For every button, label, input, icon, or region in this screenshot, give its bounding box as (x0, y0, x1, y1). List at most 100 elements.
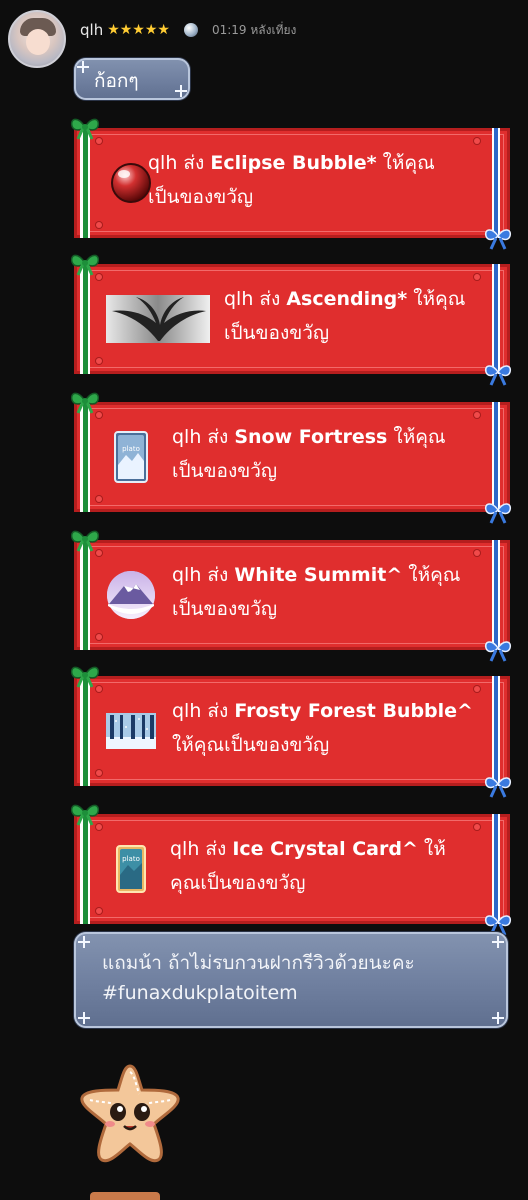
svg-text:plato: plato (122, 855, 140, 863)
gift-recipient: ให้คุณ (407, 288, 466, 310)
gift-card[interactable]: plato qlh ส่ง Ice Crystal Card^ ให้คุณเป็… (70, 804, 512, 936)
gift-sender: qlh ส่ง (224, 288, 287, 310)
green-ribbon (80, 402, 90, 512)
blue-bow-icon (484, 229, 512, 250)
green-ribbon (80, 128, 90, 238)
gift-item-name[interactable]: Eclipse Bubble* (210, 152, 376, 174)
green-bow-icon (70, 804, 100, 826)
gift-item-name[interactable]: Snow Fortress (234, 426, 387, 448)
gift-card-line1: qlh ส่ง Ice Crystal Card^ ให้ (170, 832, 480, 866)
blue-ribbon (492, 128, 500, 238)
rating-stars-icon: ★★★★★ (107, 22, 170, 38)
gift-item-name[interactable]: Ascending* (286, 288, 407, 310)
decor-dot (96, 496, 102, 502)
green-ribbon (80, 540, 90, 650)
green-ribbon (80, 814, 90, 924)
gift-card-line2: คุณเป็นของขวัญ (170, 872, 306, 894)
message-text: แถมน้า ถ้าไม่รบกวนฝากรีวิวด้วยนะคะ #funa… (102, 948, 488, 1008)
blue-ribbon (492, 676, 500, 786)
blue-ribbon (492, 540, 500, 650)
message-text-line: แถมน้า ถ้าไม่รบกวนฝากรีวิวด้วยนะคะ (102, 952, 415, 974)
decor-dot (474, 274, 480, 280)
frost-corner-icon (78, 936, 90, 948)
decor-dot (96, 824, 102, 830)
gift-card-line1: qlh ส่ง White Summit^ ให้คุณ (172, 558, 480, 592)
green-ribbon (80, 264, 90, 374)
message-hashtag[interactable]: #funaxdukplatoitem (102, 978, 488, 1008)
gift-sender: qlh ส่ง (170, 838, 233, 860)
green-bow-icon (70, 118, 100, 140)
frost-corner-icon (492, 936, 504, 948)
decor-dot (96, 412, 102, 418)
decor-dot (96, 138, 102, 144)
ascending-wings-image[interactable] (106, 290, 210, 348)
gift-card-text: qlh ส่ง White Summit^ ให้คุณเป็นของขวัญ (172, 558, 480, 626)
decor-dot (96, 358, 102, 364)
green-bow-icon (70, 392, 100, 414)
decor-dot (474, 824, 480, 830)
gift-card-line2: ให้คุณเป็นของขวัญ (172, 734, 330, 756)
gift-card-text: qlh ส่ง Ascending* ให้คุณเป็นของขวัญ (224, 282, 480, 350)
gift-item-name[interactable]: Ice Crystal Card^ (232, 838, 418, 860)
gift-recipient: ให้คุณ (376, 152, 435, 174)
blue-bow-icon (484, 503, 512, 524)
gift-card-line2: เป็นของขวัญ (172, 598, 278, 620)
gift-sender: qlh ส่ง (172, 564, 235, 586)
decor-dot (96, 770, 102, 776)
white-summit-mountain-icon[interactable] (106, 566, 156, 624)
gift-sender: qlh ส่ง (172, 426, 235, 448)
gingerbread-star-sticker-icon[interactable] (74, 1060, 186, 1168)
svg-text:plato: plato (122, 445, 140, 453)
frost-corner-icon (78, 1012, 90, 1024)
blue-bow-icon (484, 777, 512, 798)
message-time: 01:19 หลังเที่ยง (211, 22, 297, 37)
blue-ribbon (492, 814, 500, 924)
snow-fortress-card-icon[interactable]: plato (106, 428, 156, 486)
decor-dot (96, 550, 102, 556)
frost-corner-icon (492, 1012, 504, 1024)
gift-card-text: qlh ส่ง Snow Fortress ให้คุณเป็นของขวัญ (172, 420, 480, 488)
green-bow-icon (70, 530, 100, 552)
gift-sender: qlh ส่ง (148, 152, 211, 174)
gift-card-text: qlh ส่ง Ice Crystal Card^ ให้คุณเป็นของข… (170, 832, 480, 900)
gift-card-line2: เป็นของขวัญ (172, 460, 278, 482)
gift-card-line1: qlh ส่ง Snow Fortress ให้คุณ (172, 420, 480, 454)
gift-card-text: qlh ส่ง Eclipse Bubble* ให้คุณเป็นของขวั… (148, 146, 480, 214)
gift-card-line2: เป็นของขวัญ (224, 322, 330, 344)
gift-recipient: ให้คุณ (402, 564, 461, 586)
gift-recipient: ให้คุณ (387, 426, 446, 448)
decor-dot (474, 550, 480, 556)
gift-card-line1: qlh ส่ง Frosty Forest Bubble^ (172, 694, 480, 728)
gift-card-line2: เป็นของขวัญ (148, 186, 254, 208)
gift-card-text: qlh ส่ง Frosty Forest Bubble^ ให้คุณเป็นข… (172, 694, 480, 762)
message-bubble[interactable]: แถมน้า ถ้าไม่รบกวนฝากรีวิวด้วยนะคะ #funa… (74, 932, 508, 1028)
avatar-face (26, 29, 50, 55)
frosty-forest-image[interactable] (106, 702, 156, 760)
gift-card-line1: qlh ส่ง Ascending* ให้คุณ (224, 282, 480, 316)
blue-bow-icon (484, 641, 512, 662)
decor-dot (474, 138, 480, 144)
decor-dot (96, 686, 102, 692)
bubble-status-icon (183, 23, 198, 37)
gift-item-name[interactable]: White Summit^ (234, 564, 402, 586)
gift-card[interactable]: qlh ส่ง Eclipse Bubble* ให้คุณเป็นของขวั… (70, 118, 512, 250)
green-ribbon (80, 676, 90, 786)
message-header: qlh ★★★★★ 01:19 หลังเที่ยง (80, 18, 296, 42)
message-text: ก้อกๆ (94, 70, 139, 92)
green-bow-icon (70, 666, 100, 688)
user-avatar[interactable] (8, 10, 66, 68)
gift-item-name[interactable]: Frosty Forest Bubble^ (234, 700, 473, 722)
username[interactable]: qlh (80, 21, 103, 39)
gift-card[interactable]: qlh ส่ง Frosty Forest Bubble^ ให้คุณเป็นข… (70, 666, 512, 798)
decor-dot (474, 686, 480, 692)
gift-card[interactable]: qlh ส่ง White Summit^ ให้คุณเป็นของขวัญ (70, 530, 512, 662)
gift-card[interactable]: qlh ส่ง Ascending* ให้คุณเป็นของขวัญ (70, 254, 512, 386)
frost-corner-icon (175, 85, 187, 97)
gift-card[interactable]: plato qlh ส่ง Snow Fortress ให้คุณเป็นของ… (70, 392, 512, 524)
blue-ribbon (492, 264, 500, 374)
message-bubble[interactable]: ก้อกๆ (74, 58, 190, 100)
blue-bow-icon (484, 365, 512, 386)
gift-card-line1: qlh ส่ง Eclipse Bubble* ให้คุณ (148, 146, 480, 180)
decor-dot (474, 412, 480, 418)
ice-crystal-card-icon[interactable]: plato (106, 840, 156, 898)
